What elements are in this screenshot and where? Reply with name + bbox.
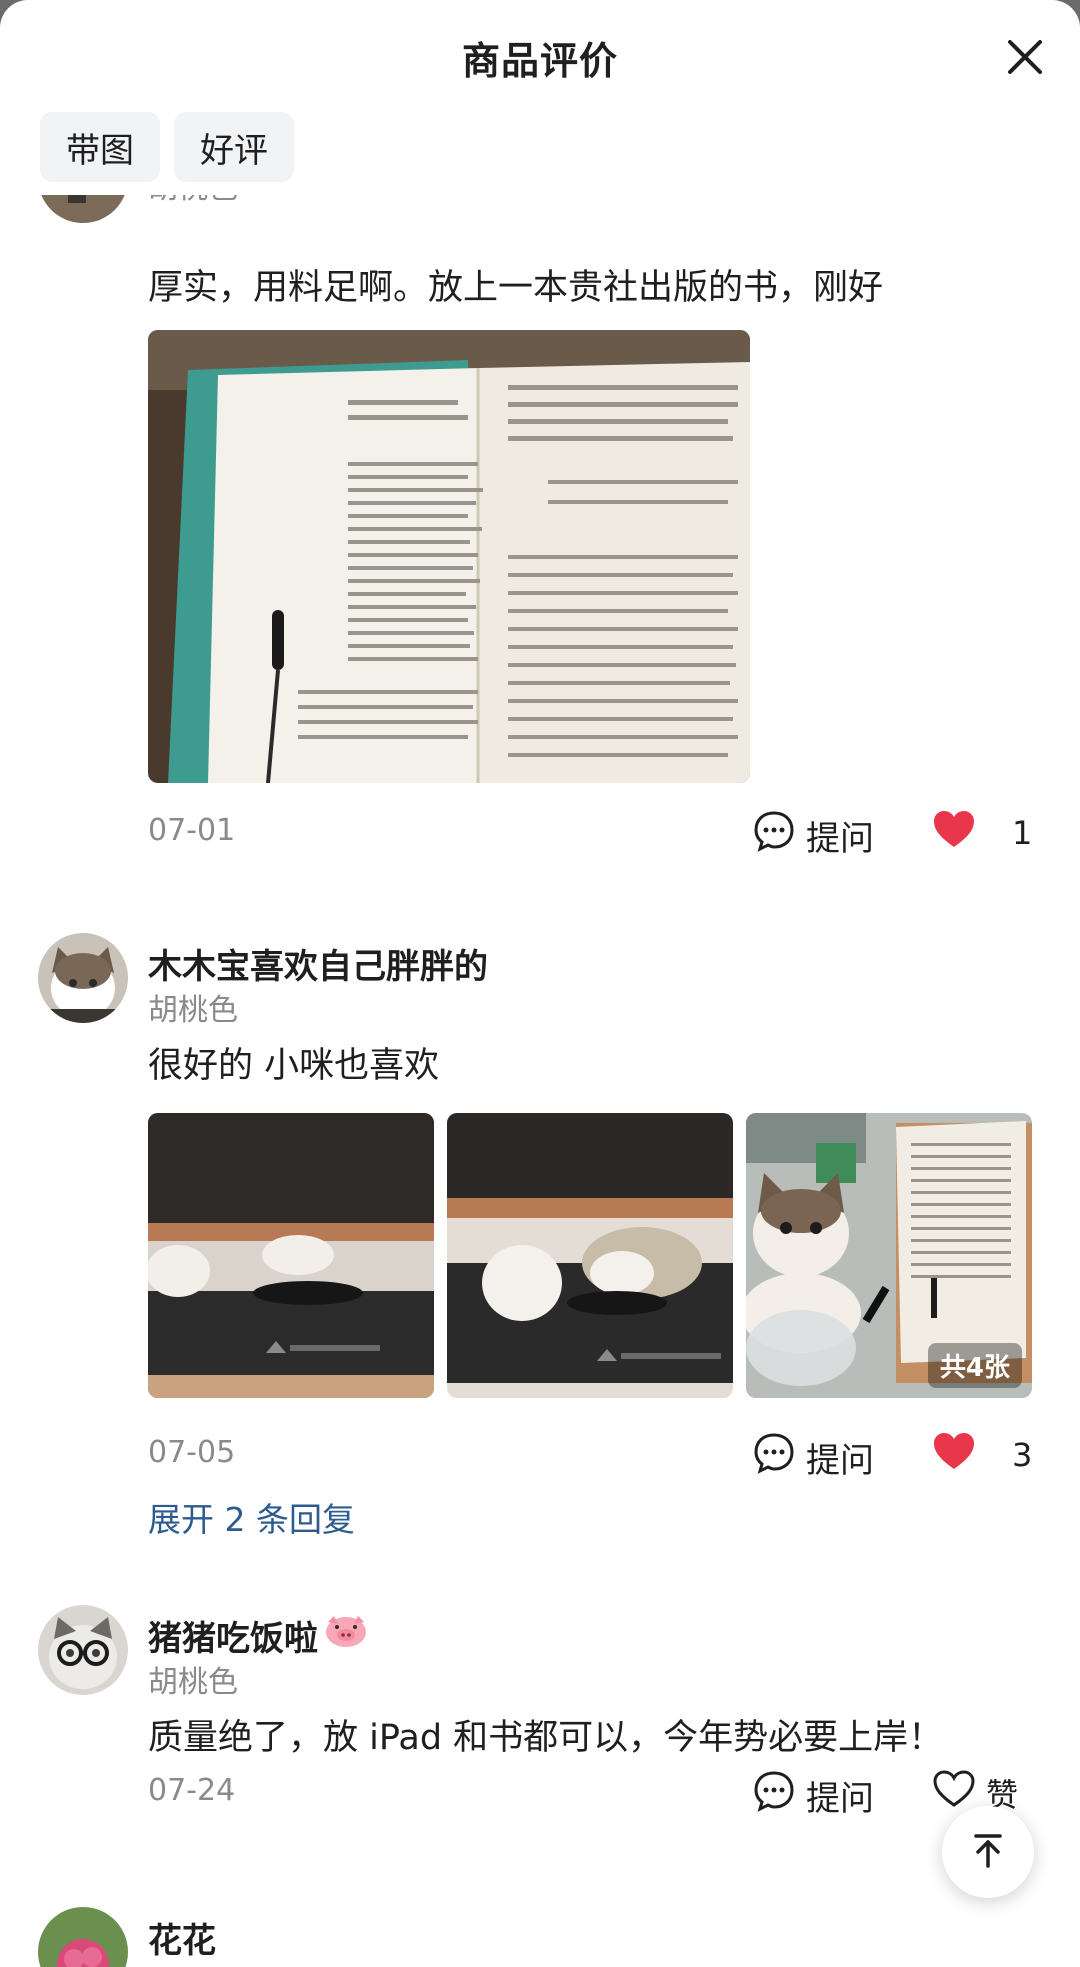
ask-button[interactable]: 提问 xyxy=(752,809,874,862)
heart-icon xyxy=(932,1431,976,1479)
review-photo[interactable]: 共4张 xyxy=(746,1113,1032,1398)
review-date: 07-01 xyxy=(148,813,236,848)
pig-emoji-icon xyxy=(324,1614,368,1657)
review-text: 厚实，用料足啊。放上一本贵社出版的书，刚好 xyxy=(148,268,884,308)
header: 商品评价 xyxy=(0,0,1080,110)
ask-label: 提问 xyxy=(806,819,874,859)
avatar[interactable] xyxy=(38,1907,128,1967)
like-button[interactable]: 3 xyxy=(932,1431,1032,1479)
heart-icon xyxy=(932,809,976,857)
ask-label: 提问 xyxy=(806,1779,874,1819)
expand-replies-link[interactable]: 展开 2 条回复 xyxy=(148,1493,355,1541)
reviews-sheet: 商品评价 带图 好评 胡桃色 厚实，用料足啊。放上一本贵社出版的书，刚好 xyxy=(0,0,1080,1967)
photo-count-badge: 共4张 xyxy=(927,1343,1022,1388)
username[interactable]: 花花 xyxy=(148,1913,216,1962)
like-count: 3 xyxy=(1012,1436,1033,1474)
filter-bar: 带图 好评 xyxy=(40,112,294,182)
avatar[interactable] xyxy=(38,933,128,1023)
review-text: 质量绝了，放 iPad 和书都可以，今年势必要上岸！ xyxy=(148,1718,944,1758)
avatar[interactable] xyxy=(38,1605,128,1695)
review-photo[interactable] xyxy=(447,1113,733,1398)
page-title: 商品评价 xyxy=(461,39,618,83)
arrow-up-icon xyxy=(968,1830,1008,1874)
username-text: 猪猪吃饭啦 xyxy=(148,1619,318,1659)
close-icon[interactable] xyxy=(998,30,1052,84)
avatar[interactable] xyxy=(38,195,128,223)
variant-label: 胡桃色 xyxy=(148,195,238,207)
comment-icon xyxy=(752,1769,796,1822)
comment-icon xyxy=(752,809,796,862)
username[interactable]: 木木宝喜欢自己胖胖的 xyxy=(148,939,488,988)
back-to-top-button[interactable] xyxy=(942,1806,1034,1898)
comment-icon xyxy=(752,1431,796,1484)
review-photo[interactable] xyxy=(148,330,750,783)
variant-label: 胡桃色 xyxy=(148,993,238,1028)
ask-label: 提问 xyxy=(806,1441,874,1481)
variant-label: 胡桃色 xyxy=(148,1665,238,1700)
review-date: 07-24 xyxy=(148,1773,236,1808)
filter-chip-with-photos[interactable]: 带图 xyxy=(40,112,160,182)
filter-chip-positive[interactable]: 好评 xyxy=(174,112,294,182)
like-button[interactable]: 1 xyxy=(932,809,1032,857)
review-list[interactable]: 胡桃色 厚实，用料足啊。放上一本贵社出版的书，刚好 xyxy=(0,195,1080,1967)
review-date: 07-05 xyxy=(148,1435,236,1470)
like-count: 1 xyxy=(1012,814,1033,852)
ask-button[interactable]: 提问 xyxy=(752,1431,874,1484)
review-photo[interactable] xyxy=(148,1113,434,1398)
ask-button[interactable]: 提问 xyxy=(752,1769,874,1822)
username[interactable]: 猪猪吃饭啦 xyxy=(148,1611,368,1660)
review-text: 很好的 小咪也喜欢 xyxy=(148,1046,440,1086)
